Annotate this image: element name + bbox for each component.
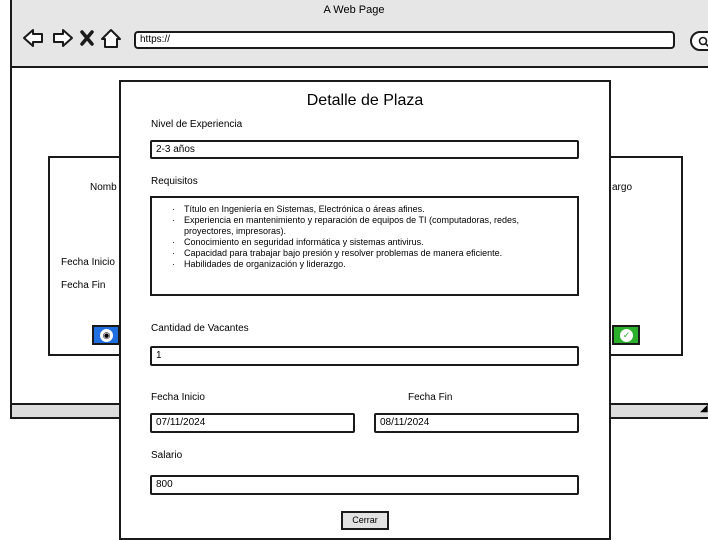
url-bar[interactable]: https:// (134, 31, 675, 49)
start-date-label: Fecha Inicio (151, 392, 205, 403)
bg-fecha-inicio-label: Fecha Inicio (61, 257, 115, 268)
bg-fecha-fin-label: Fecha Fin (61, 280, 106, 291)
end-date-field[interactable]: 08/11/2024 (374, 413, 579, 433)
salary-label: Salario (151, 450, 183, 461)
close-button[interactable]: Cerrar (341, 511, 389, 530)
bg-confirm-button[interactable]: ✓ (612, 325, 640, 345)
stop-icon[interactable] (80, 30, 94, 46)
requirement-item: Conocimiento en seguridad informática y … (172, 237, 569, 248)
experience-field[interactable]: 2-3 años (150, 140, 579, 159)
home-icon[interactable] (101, 29, 121, 48)
browser-nav-icons (23, 29, 121, 48)
resize-grip-icon: ◢ (700, 403, 708, 414)
modal-title: Detalle de Plaza (306, 92, 424, 109)
eye-icon: ◉ (100, 329, 113, 342)
forward-icon[interactable] (53, 29, 73, 47)
window-title: A Web Page (323, 4, 385, 16)
requirement-item: Experiencia en mantenimiento y reparació… (172, 215, 569, 237)
requirements-list: Título en Ingeniería en Sistemas, Electr… (172, 204, 569, 270)
bg-cargo-label: argo (612, 182, 633, 193)
requirement-item: Título en Ingeniería en Sistemas, Electr… (172, 204, 569, 215)
start-date-field[interactable]: 07/11/2024 (150, 413, 355, 433)
check-icon: ✓ (620, 329, 633, 342)
bg-view-button[interactable]: ◉ (92, 325, 120, 345)
requirements-label: Requisitos (151, 176, 198, 187)
requirement-item: Capacidad para trabajar bajo presión y r… (172, 248, 569, 259)
experience-label: Nivel de Experiencia (151, 119, 243, 130)
vacancies-label: Cantidad de Vacantes (151, 323, 249, 334)
end-date-label: Fecha Fin (408, 392, 453, 403)
browser-search-button[interactable] (690, 31, 708, 51)
bg-nombre-label: Nomb (90, 182, 117, 193)
requirements-textarea[interactable]: Título en Ingeniería en Sistemas, Electr… (150, 196, 579, 296)
salary-field[interactable]: 800 (150, 475, 579, 495)
back-icon[interactable] (23, 29, 43, 47)
requirement-item: Habilidades de organización y liderazgo. (172, 259, 569, 270)
vacancies-field[interactable]: 1 (150, 346, 579, 366)
search-icon (698, 36, 708, 48)
